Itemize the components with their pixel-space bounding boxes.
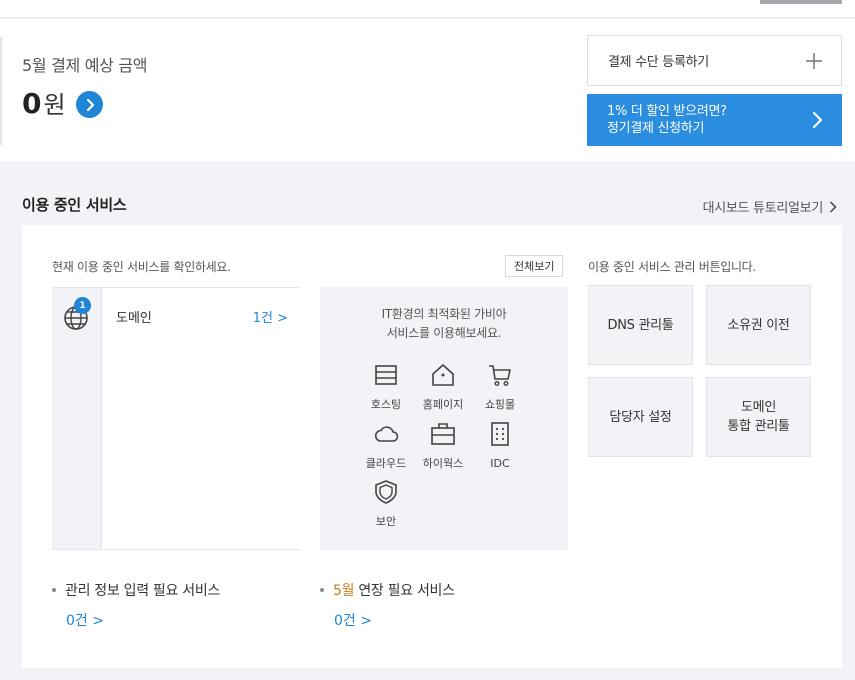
tutorial-label: 대시보드 튜토리얼보기 (702, 201, 824, 216)
current-services-caption: 현재 이용 중인 서비스를 확인하세요. (52, 260, 231, 274)
icon-label: IDC (490, 457, 510, 470)
domain-manager-label: 도메인 통합 관리툴 (727, 398, 789, 436)
top-strip (0, 0, 855, 18)
service-shortcut-hosting[interactable]: 호스팅 (358, 362, 414, 412)
payment-summary: 5월 결제 예상 금액 0 원 결제 수단 등록하기 1% 더 할인 받으려면?… (0, 19, 855, 161)
server-icon (491, 422, 509, 446)
top-tab-edge (760, 0, 842, 4)
service-shortcut-security[interactable]: 보안 (358, 479, 414, 529)
chevron-right-icon (86, 98, 94, 111)
info-required-label: 관리 정보 입력 필요 서비스 (65, 583, 220, 599)
service-shortcut-cloud[interactable]: 클라우드 (358, 421, 414, 471)
renewal-month: 5월 (333, 583, 355, 599)
domain-integrated-manager-button[interactable]: 도메인 통합 관리툴 (706, 377, 811, 457)
service-count-link[interactable]: 1건 > (253, 307, 288, 326)
promo-line-1: 1% 더 할인 받으려면? (607, 104, 727, 119)
ownership-transfer-button[interactable]: 소유권 이전 (706, 285, 811, 365)
info-required-services: 관리 정보 입력 필요 서비스 (52, 580, 220, 600)
renewal-count-link[interactable]: 0건 > (334, 610, 372, 630)
plus-icon (806, 52, 822, 69)
icon-label: 클라우드 (365, 457, 407, 470)
service-shortcut-shopping[interactable]: 쇼핑몰 (472, 362, 528, 412)
services-panel: 현재 이용 중인 서비스를 확인하세요. 전체보기 이용 중인 서비스 관리 버… (22, 225, 842, 668)
icon-label: 호스팅 (370, 398, 402, 411)
amount-value: 0 (22, 87, 42, 120)
bullet-dot (52, 588, 56, 592)
management-caption: 이용 중인 서비스 관리 버튼입니다. (588, 260, 756, 274)
amount-unit: 원 (43, 91, 66, 119)
icon-label: 홈페이지 (422, 398, 464, 411)
tutorial-link[interactable]: 대시보드 튜토리얼보기 (703, 197, 837, 216)
renewal-label: 연장 필요 서비스 (354, 583, 455, 599)
register-payment-label: 결제 수단 등록하기 (608, 55, 709, 70)
expected-payment-title: 5월 결제 예상 금액 (22, 56, 148, 75)
icon-label: 하이웍스 (422, 457, 464, 470)
domain-manager-line-2: 통합 관리툴 (727, 419, 790, 434)
hosting-icon (375, 365, 397, 385)
cloud-icon (374, 426, 399, 442)
chevron-right-icon (829, 200, 837, 213)
shield-icon (375, 480, 397, 504)
icon-label: 보안 (375, 515, 397, 528)
dns-manager-button[interactable]: DNS 관리툴 (588, 285, 693, 365)
service-list: 1 도메인 1건 > (52, 287, 300, 550)
domain-manager-line-1: 도메인 (741, 400, 776, 415)
service-icon-column: 1 (52, 288, 102, 549)
service-count-badge: 1 (74, 297, 91, 314)
contact-settings-button[interactable]: 담당자 설정 (588, 377, 693, 457)
service-shortcut-homepage[interactable]: 홈페이지 (415, 362, 471, 412)
expected-payment-amount: 0 원 (22, 85, 66, 120)
promo-line-2: 정기결제 신청하기 (607, 121, 705, 136)
service-name-domain: 도메인 (116, 311, 152, 326)
renewal-required-services: 5월 연장 필요 서비스 (320, 580, 455, 600)
register-payment-button[interactable]: 결제 수단 등록하기 (587, 35, 842, 86)
service-shortcut-idc[interactable]: IDC (472, 421, 528, 471)
icon-label: 쇼핑몰 (484, 398, 516, 411)
promo-description-line-1: IT환경의 최적화된 가비아 (381, 307, 507, 321)
bullet-dot (320, 588, 324, 592)
gabia-services-promo: IT환경의 최적화된 가비아 서비스를 이용해보세요. 호스팅 홈페이지 쇼핑몰… (320, 287, 568, 550)
promo-description: IT환경의 최적화된 가비아 서비스를 이용해보세요. (320, 305, 568, 343)
promo-description-line-2: 서비스를 이용해보세요. (386, 326, 502, 340)
briefcase-icon (431, 423, 455, 445)
amount-detail-button[interactable] (76, 91, 103, 118)
promo-text: 1% 더 할인 받으려면? 정기결제 신청하기 (607, 103, 727, 137)
subscription-promo-button[interactable]: 1% 더 할인 받으려면? 정기결제 신청하기 (587, 94, 842, 146)
shopping-cart-icon (489, 365, 511, 387)
service-shortcut-hiworks[interactable]: 하이웍스 (415, 421, 471, 471)
chevron-right-icon (813, 112, 822, 128)
info-required-count-link[interactable]: 0건 > (66, 610, 104, 630)
view-all-button[interactable]: 전체보기 (505, 255, 564, 277)
section-title: 이용 중인 서비스 (22, 196, 127, 214)
summary-divider (0, 37, 2, 145)
homepage-icon (432, 364, 454, 386)
